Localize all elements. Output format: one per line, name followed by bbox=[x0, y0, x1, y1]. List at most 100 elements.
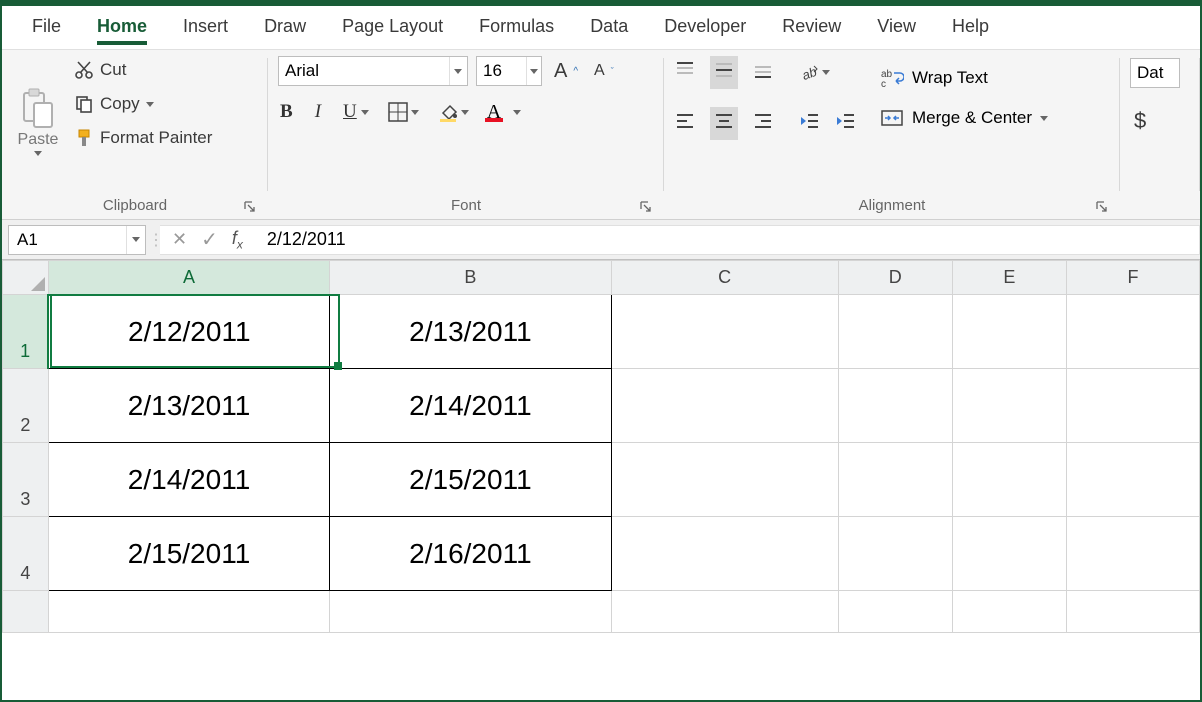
accounting-format-button[interactable]: $ bbox=[1130, 106, 1190, 136]
align-bottom-button[interactable] bbox=[752, 59, 774, 86]
wrap-text-button[interactable]: abc Wrap Text bbox=[880, 67, 1048, 89]
fill-color-button[interactable] bbox=[437, 101, 469, 123]
tab-home[interactable]: Home bbox=[79, 8, 165, 47]
cell[interactable] bbox=[838, 591, 952, 633]
font-name-combo[interactable] bbox=[278, 56, 468, 86]
grip-icon: ⋮ bbox=[152, 225, 160, 255]
cell[interactable] bbox=[838, 443, 952, 517]
chevron-down-icon[interactable] bbox=[526, 57, 541, 85]
row-header[interactable] bbox=[3, 591, 49, 633]
name-box-input[interactable] bbox=[9, 230, 126, 250]
cell[interactable]: 2/15/2011 bbox=[330, 443, 611, 517]
column-header[interactable]: C bbox=[611, 261, 838, 295]
cell[interactable]: 2/16/2011 bbox=[330, 517, 611, 591]
font-size-input[interactable] bbox=[477, 61, 526, 81]
name-box[interactable] bbox=[8, 225, 146, 255]
orientation-button[interactable]: ab bbox=[798, 62, 830, 84]
decrease-font-button[interactable]: Aˇ bbox=[590, 60, 618, 82]
cell[interactable] bbox=[1066, 591, 1199, 633]
align-right-button[interactable] bbox=[752, 110, 774, 137]
cell[interactable] bbox=[611, 517, 838, 591]
cell[interactable] bbox=[838, 295, 952, 369]
cell[interactable]: 2/13/2011 bbox=[48, 369, 329, 443]
cell[interactable] bbox=[1066, 295, 1199, 369]
cell[interactable] bbox=[952, 443, 1066, 517]
chevron-down-icon[interactable] bbox=[449, 57, 467, 85]
underline-button[interactable]: U bbox=[341, 101, 369, 123]
borders-button[interactable] bbox=[387, 101, 419, 123]
tab-help[interactable]: Help bbox=[934, 8, 1007, 47]
cell[interactable] bbox=[838, 369, 952, 443]
paste-button[interactable]: Paste bbox=[12, 56, 64, 156]
spreadsheet-grid[interactable]: ABCDEF12/12/20112/13/201122/13/20112/14/… bbox=[2, 260, 1200, 700]
row-header[interactable]: 1 bbox=[3, 295, 49, 369]
cell[interactable] bbox=[611, 369, 838, 443]
tab-insert[interactable]: Insert bbox=[165, 8, 246, 47]
chevron-down-icon[interactable] bbox=[126, 226, 145, 254]
align-top-button[interactable] bbox=[674, 59, 696, 86]
row-header[interactable]: 2 bbox=[3, 369, 49, 443]
dialog-launcher-icon[interactable] bbox=[242, 199, 258, 215]
column-header[interactable]: E bbox=[952, 261, 1066, 295]
formula-bar: ⋮ ✕ ✓ fx 2/12/2011 bbox=[2, 220, 1200, 260]
cell[interactable] bbox=[838, 517, 952, 591]
cell[interactable] bbox=[1066, 443, 1199, 517]
merge-center-button[interactable]: Merge & Center bbox=[880, 107, 1048, 129]
copy-button[interactable]: Copy bbox=[70, 92, 216, 116]
increase-indent-button[interactable] bbox=[834, 110, 856, 137]
cut-button[interactable]: Cut bbox=[70, 58, 216, 82]
column-header[interactable]: B bbox=[330, 261, 611, 295]
number-format-input[interactable] bbox=[1131, 63, 1179, 83]
row-header[interactable]: 4 bbox=[3, 517, 49, 591]
align-left-button[interactable] bbox=[674, 110, 696, 137]
increase-font-button[interactable]: A^ bbox=[550, 58, 582, 85]
tab-page-layout[interactable]: Page Layout bbox=[324, 8, 461, 47]
format-painter-label: Format Painter bbox=[100, 128, 212, 148]
italic-button[interactable]: I bbox=[313, 101, 323, 123]
cell[interactable]: 2/14/2011 bbox=[48, 443, 329, 517]
align-center-button[interactable] bbox=[710, 107, 738, 140]
font-name-input[interactable] bbox=[279, 61, 449, 81]
column-header[interactable]: F bbox=[1066, 261, 1199, 295]
tab-developer[interactable]: Developer bbox=[646, 8, 764, 47]
cell[interactable] bbox=[952, 369, 1066, 443]
cell[interactable] bbox=[952, 295, 1066, 369]
cell[interactable] bbox=[611, 295, 838, 369]
decrease-indent-button[interactable] bbox=[798, 110, 820, 137]
format-painter-button[interactable]: Format Painter bbox=[70, 126, 216, 150]
tab-data[interactable]: Data bbox=[572, 8, 646, 47]
cell[interactable]: 2/13/2011 bbox=[330, 295, 611, 369]
tab-file[interactable]: File bbox=[14, 8, 79, 47]
font-size-combo[interactable] bbox=[476, 56, 542, 86]
cell[interactable] bbox=[1066, 517, 1199, 591]
cell[interactable] bbox=[952, 517, 1066, 591]
row-header[interactable]: 3 bbox=[3, 443, 49, 517]
tab-review[interactable]: Review bbox=[764, 8, 859, 47]
fx-icon[interactable]: fx bbox=[232, 228, 243, 252]
cell[interactable] bbox=[611, 591, 838, 633]
tab-view[interactable]: View bbox=[859, 8, 934, 47]
select-all-corner[interactable] bbox=[3, 261, 49, 295]
cell[interactable] bbox=[952, 591, 1066, 633]
cell[interactable]: 2/15/2011 bbox=[48, 517, 329, 591]
group-label-font: Font bbox=[451, 197, 481, 214]
cell[interactable] bbox=[330, 591, 611, 633]
tab-draw[interactable]: Draw bbox=[246, 8, 324, 47]
cell[interactable]: 2/14/2011 bbox=[330, 369, 611, 443]
dialog-launcher-icon[interactable] bbox=[1094, 199, 1110, 215]
bold-button[interactable]: B bbox=[278, 101, 295, 123]
number-format-combo[interactable] bbox=[1130, 58, 1180, 88]
cell[interactable]: 2/12/2011 bbox=[48, 295, 329, 369]
cell[interactable] bbox=[48, 591, 329, 633]
align-middle-button[interactable] bbox=[710, 56, 738, 89]
cell[interactable] bbox=[611, 443, 838, 517]
cell[interactable] bbox=[1066, 369, 1199, 443]
formula-input[interactable]: 2/12/2011 bbox=[255, 225, 1200, 255]
font-color-button[interactable]: A bbox=[487, 100, 521, 124]
cancel-icon[interactable]: ✕ bbox=[172, 229, 187, 250]
tab-formulas[interactable]: Formulas bbox=[461, 8, 572, 47]
dialog-launcher-icon[interactable] bbox=[638, 199, 654, 215]
enter-icon[interactable]: ✓ bbox=[201, 227, 218, 252]
column-header[interactable]: A bbox=[48, 261, 329, 295]
column-header[interactable]: D bbox=[838, 261, 952, 295]
